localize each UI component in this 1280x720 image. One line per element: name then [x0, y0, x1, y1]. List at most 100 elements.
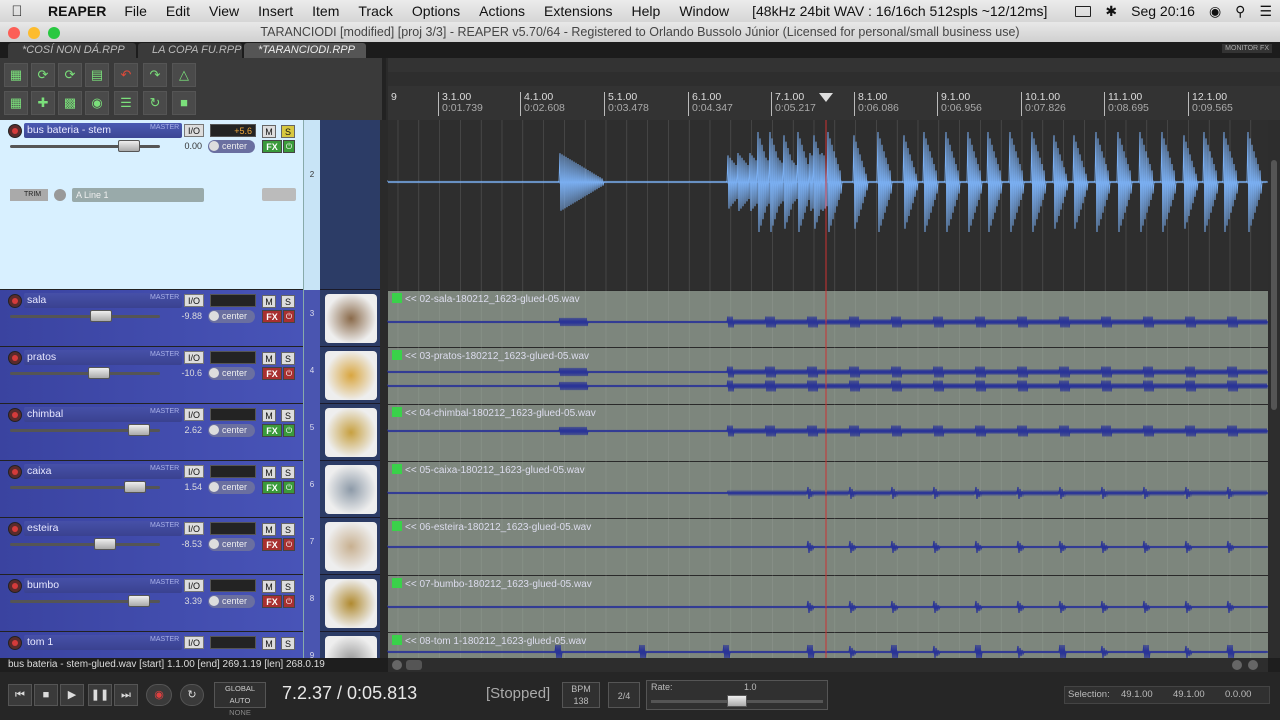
loop-icon[interactable]: ↻ [143, 91, 167, 115]
ruler-bar-mark[interactable]: 9.1.00 0:06.956 [937, 92, 982, 116]
pause-icon[interactable]: ❚❚ [88, 684, 112, 706]
ruler-time-label: 0:04.347 [692, 102, 733, 114]
ruler-bar-mark[interactable]: 11.1.00 0:08.695 [1104, 92, 1149, 116]
media-item-label[interactable]: << 04-chimbal-180212_1623-glued-05.wav [392, 407, 596, 419]
minimize-window-icon[interactable] [28, 27, 40, 39]
media-item-label[interactable]: << 06-esteira-180212_1623-glued-05.wav [392, 521, 591, 533]
ruler-bar-mark[interactable]: 12.1.00 0:09.565 [1188, 92, 1233, 116]
rate-label: Rate: [651, 682, 673, 692]
stop-icon[interactable]: ■ [34, 684, 58, 706]
region-band[interactable] [388, 72, 1280, 86]
project-tab[interactable]: LA COPA FU.RPP [138, 43, 242, 58]
item-filename: << 02-sala-180212_1623-glued-05.wav [405, 294, 580, 305]
item-filename: << 03-pratos-180212_1623-glued-05.wav [405, 351, 590, 362]
global-auto-button[interactable]: GLOBAL AUTO NONE [214, 682, 266, 717]
scroll-handle[interactable] [406, 660, 422, 670]
save-project-icon[interactable]: ⟳ [58, 63, 82, 87]
snap-icon[interactable]: ✚ [31, 91, 55, 115]
main-toolbar: ▦ ⟳ ⟳ ▤ ↶ ↷ △ ▦ ✚ ▩ ◉ ☰ ↻ ■ [0, 58, 386, 120]
rate-panel: Rate: 1.0 [646, 680, 828, 710]
item-fx-icon[interactable] [392, 464, 402, 474]
media-item-label[interactable]: << 08-tom 1-180212_1623-glued-05.wav [392, 635, 586, 647]
ruler-time-label: 0:02.608 [524, 102, 565, 114]
ruler-bar-mark[interactable]: 4.1.00 0:02.608 [520, 92, 565, 116]
datetime[interactable]: Seg 20:16 [1131, 3, 1195, 19]
menu-actions[interactable]: Actions [479, 3, 525, 19]
item-fx-icon[interactable] [392, 293, 402, 303]
menu-extensions[interactable]: Extensions [544, 3, 612, 19]
media-item-label[interactable]: << 07-bumbo-180212_1623-glued-05.wav [392, 578, 592, 590]
item-fx-icon[interactable] [392, 578, 402, 588]
item-filename: << 08-tom 1-180212_1623-glued-05.wav [405, 636, 587, 647]
timeline-ruler[interactable]: 9 3.1.00 0:01.739 4.1.00 0:02.608 5.1.00 0:03… [388, 58, 1280, 120]
item-fx-icon[interactable] [392, 635, 402, 645]
vertical-scrollbar[interactable] [1268, 120, 1280, 658]
spotlight-search-icon[interactable]: ⚲ [1235, 3, 1245, 20]
zoom-window-icon[interactable] [48, 27, 60, 39]
ripple-edit-icon[interactable]: ▩ [58, 91, 82, 115]
bluetooth-icon[interactable]: ✱ [1105, 3, 1117, 20]
ruler-bar-mark[interactable]: 5.1.00 0:03.478 [604, 92, 649, 116]
item-fx-icon[interactable] [392, 407, 402, 417]
media-item-label[interactable]: << 03-pratos-180212_1623-glued-05.wav [392, 350, 589, 362]
project-tab[interactable]: *COSÍ NON DÁ.RPP [8, 43, 136, 58]
menu-track[interactable]: Track [358, 3, 392, 19]
selection-length: 0.0.00 [1225, 689, 1252, 700]
menu-bar:  REAPER File Edit View Insert Item Trac… [0, 0, 1280, 22]
ruler-time-label: 0:08.695 [1108, 102, 1149, 114]
horizontal-scrollbar[interactable] [388, 658, 1268, 672]
menu-window[interactable]: Window [679, 3, 729, 19]
rate-slider-knob[interactable] [727, 695, 747, 707]
record-button[interactable]: ◉ [146, 684, 172, 706]
item-fx-icon[interactable] [392, 350, 402, 360]
menu-view[interactable]: View [209, 3, 239, 19]
arrange-view[interactable]: << 02-sala-180212_1623-glued-05.wav << 03… [0, 120, 1268, 658]
monitor-fx-button[interactable]: MONITOR FX [1222, 44, 1272, 53]
zoom-in-icon[interactable] [1232, 660, 1242, 670]
menu-item[interactable]: Item [312, 3, 339, 19]
zoom-fit-icon[interactable] [1248, 660, 1258, 670]
project-settings-icon[interactable]: ▤ [85, 63, 109, 87]
redo-icon[interactable]: ↷ [143, 63, 167, 87]
zoom-out-icon[interactable] [392, 660, 402, 670]
play-icon[interactable]: ▶ [60, 684, 84, 706]
go-to-start-icon[interactable]: ⏮ [8, 684, 32, 706]
ruler-bar-mark[interactable]: 10.1.00 0:07.826 [1021, 92, 1066, 116]
selection-panel[interactable]: Selection: 49.1.00 49.1.00 0.0.00 [1064, 686, 1270, 704]
menu-help[interactable]: Help [632, 3, 661, 19]
apple-menu-icon[interactable]:  [0, 3, 34, 20]
close-window-icon[interactable] [8, 27, 20, 39]
new-project-icon[interactable]: ▦ [4, 63, 28, 87]
ruler-bar-mark[interactable]: 7.1.00 0:05.217 [771, 92, 816, 116]
menu-edit[interactable]: Edit [166, 3, 190, 19]
edit-cursor-marker-icon[interactable] [819, 93, 833, 103]
app-menu[interactable]: REAPER [48, 3, 106, 19]
open-project-icon[interactable]: ⟳ [31, 63, 55, 87]
metronome-icon[interactable]: △ [172, 63, 196, 87]
grid-icon[interactable]: ▦ [4, 91, 28, 115]
menu-file[interactable]: File [124, 3, 147, 19]
wifi-icon[interactable]: ◉ [1209, 3, 1221, 20]
time-signature[interactable]: 2/4 [608, 682, 640, 708]
menu-insert[interactable]: Insert [258, 3, 293, 19]
lock-icon[interactable]: ■ [172, 91, 196, 115]
display-icon[interactable] [1075, 5, 1092, 17]
ruler-bar-mark[interactable]: 6.1.00 0:04.347 [688, 92, 733, 116]
item-filename: << 05-caixa-180212_1623-glued-05.wav [405, 465, 585, 476]
project-tab-active[interactable]: *TARANCIODI.RPP [244, 43, 366, 58]
bpm-box[interactable]: BPM 138 [562, 682, 600, 708]
ruler-bar-mark[interactable]: 3.1.00 0:01.739 [438, 92, 483, 116]
auto-crossfade-icon[interactable]: ◉ [85, 91, 109, 115]
go-to-end-icon[interactable]: ⏭ [114, 684, 138, 706]
media-item-label[interactable]: << 02-sala-180212_1623-glued-05.wav [392, 293, 580, 305]
item-fx-icon[interactable] [392, 521, 402, 531]
media-item-label[interactable]: << 05-caixa-180212_1623-glued-05.wav [392, 464, 585, 476]
undo-icon[interactable]: ↶ [114, 63, 138, 87]
ruler-bar-mark[interactable]: 8.1.00 0:06.086 [854, 92, 899, 116]
repeat-toggle-icon[interactable]: ↻ [180, 684, 204, 706]
envelope-icon[interactable]: ☰ [114, 91, 138, 115]
position-display[interactable]: 7.2.37 / 0:05.813 [282, 683, 417, 704]
global-auto-label: GLOBAL AUTO [224, 684, 255, 705]
menu-options[interactable]: Options [412, 3, 460, 19]
notification-center-icon[interactable]: ☰ [1259, 3, 1272, 20]
